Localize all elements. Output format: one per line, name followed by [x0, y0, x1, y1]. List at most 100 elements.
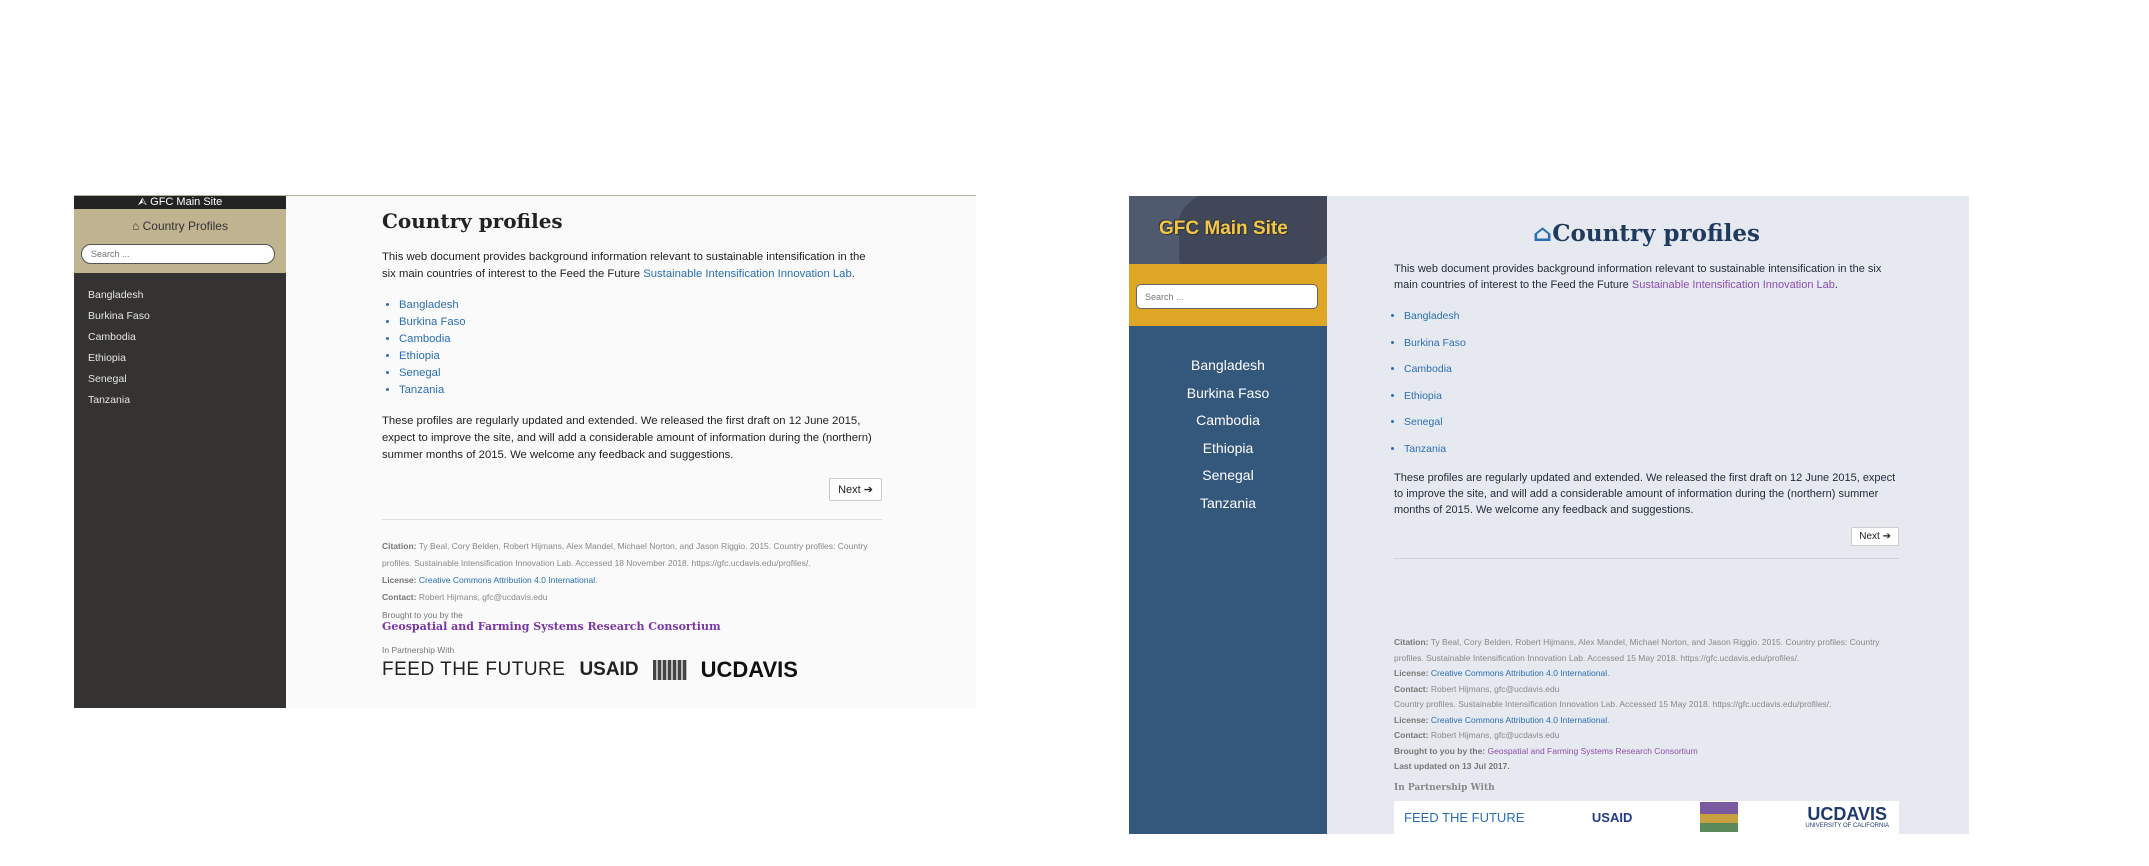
- sidebar-item-ethiopia[interactable]: Ethiopia: [88, 348, 286, 369]
- consortium-link[interactable]: Geospatial and Farming Systems Research …: [382, 620, 882, 633]
- next-button[interactable]: Next ➔: [1851, 527, 1899, 546]
- contact-text-2: Robert Hijmans, gfc@ucdavis.edu: [1430, 730, 1560, 740]
- country-link-ethiopia[interactable]: Ethiopia: [1404, 383, 1899, 410]
- sidebar-item-bangladesh[interactable]: Bangladesh: [88, 285, 286, 306]
- updates-paragraph: These profiles are regularly updated and…: [1394, 472, 1896, 516]
- page-title-text: Country profiles: [1552, 220, 1760, 247]
- sidebar-title-text: Country Profiles: [142, 219, 228, 233]
- contact-text: Robert Hijmans, gfc@ucdavis.edu: [1430, 683, 1560, 694]
- pager: Next ➔: [1394, 526, 1899, 546]
- license-label-2: License:: [1394, 714, 1429, 725]
- partner-logos: FEED THE FUTURE USAID UCDAVIS: [382, 657, 882, 683]
- citation-text: Ty Beal, Cory Belden, Robert Hijmans, Al…: [382, 541, 868, 568]
- last-updated: Last updated on 13 Jul 2017.: [1394, 759, 1899, 775]
- sidebar: GFC Main Site Bangladesh Burkina Faso Ca…: [1129, 196, 1327, 834]
- sidebar-item-cambodia[interactable]: Cambodia: [1129, 407, 1327, 435]
- sidebar-nav: Bangladesh Burkina Faso Cambodia Ethiopi…: [1129, 326, 1327, 517]
- arrow-circle-right-icon: ➔: [863, 484, 873, 496]
- partnership-label: In Partnership With: [382, 645, 455, 655]
- main-site-link[interactable]: GFC Main Site: [1159, 218, 1288, 240]
- license-link[interactable]: Creative Commons Attribution 4.0 Interna…: [419, 575, 595, 585]
- contact-block-2: Contact: Robert Hijmans, gfc@ucdavis.edu: [1394, 728, 1899, 744]
- home-icon: ⌂: [1533, 220, 1553, 247]
- uc-subtitle: UNIVERSITY OF CALIFORNIA: [1805, 823, 1889, 829]
- sidebar-item-senegal[interactable]: Senegal: [88, 369, 286, 390]
- country-link-senegal[interactable]: Senegal: [1404, 409, 1899, 436]
- last-updated-text: Last updated on 13 Jul 2017.: [1394, 761, 1510, 771]
- page-title: Country profiles: [382, 209, 563, 233]
- license-label: License:: [382, 575, 417, 585]
- circle-arrow-icon: ⮙: [137, 196, 148, 208]
- country-link-tanzania[interactable]: Tanzania: [399, 382, 882, 399]
- license-end: .: [1607, 668, 1610, 678]
- license-block: License: Creative Commons Attribution 4.…: [1394, 666, 1899, 682]
- country-link-burkina-faso[interactable]: Burkina Faso: [399, 314, 882, 331]
- country-link-bangladesh[interactable]: Bangladesh: [1404, 303, 1899, 330]
- country-link-ethiopia[interactable]: Ethiopia: [399, 348, 882, 365]
- brought-by-label: Brought to you by the:: [1394, 745, 1486, 756]
- updates-paragraph: These profiles are regularly updated and…: [382, 415, 872, 461]
- next-label: Next: [838, 484, 861, 496]
- si-lab-link[interactable]: Sustainable Intensification Innovation L…: [1632, 279, 1835, 291]
- sidebar: ⮙ GFC Main Site ⌂ Country Profiles Bangl…: [74, 196, 286, 708]
- country-link-cambodia[interactable]: Cambodia: [399, 331, 882, 348]
- si-lab-link[interactable]: Sustainable Intensification Innovation L…: [643, 268, 852, 280]
- building-logo: [652, 660, 687, 680]
- license-end: .: [595, 575, 598, 585]
- intro-paragraph: This web document provides background in…: [382, 249, 882, 283]
- sidebar-item-burkina-faso[interactable]: Burkina Faso: [88, 306, 286, 327]
- building-logo: [1699, 802, 1738, 832]
- license-link[interactable]: Creative Commons Attribution 4.0 Interna…: [1431, 668, 1607, 678]
- sidebar-item-tanzania[interactable]: Tanzania: [1129, 490, 1327, 518]
- country-link-tanzania[interactable]: Tanzania: [1404, 436, 1899, 463]
- brought-by-label: Brought to you by the: [382, 610, 463, 620]
- sidebar-item-cambodia[interactable]: Cambodia: [88, 327, 286, 348]
- country-link-cambodia[interactable]: Cambodia: [1404, 356, 1899, 383]
- license-label: License:: [1394, 668, 1429, 678]
- pager: Next ➔: [382, 478, 882, 501]
- partner-logos: FEED THE FUTURE USAID UCDAVIS UNIVERSITY…: [1394, 800, 1899, 834]
- sidebar-item-burkina-faso[interactable]: Burkina Faso: [1129, 380, 1327, 408]
- design-a-screenshot: ⮙ GFC Main Site ⌂ Country Profiles Bangl…: [74, 195, 976, 708]
- country-list: Bangladesh Burkina Faso Cambodia Ethiopi…: [382, 297, 882, 399]
- sidebar-item-senegal[interactable]: Senegal: [1129, 462, 1327, 490]
- sidebar-item-bangladesh[interactable]: Bangladesh: [1129, 352, 1327, 380]
- citation-text: Ty Beal, Cory Belden, Robert Hijmans, Al…: [1394, 637, 1880, 663]
- next-button[interactable]: Next ➔: [829, 478, 882, 501]
- usaid-logo: USAID: [579, 659, 639, 680]
- main-site-label: GFC Main Site: [150, 196, 223, 208]
- contact-text: Robert Hijmans, gfc@ucdavis.edu: [418, 592, 548, 602]
- consortium-link[interactable]: Geospatial and Farming Systems Research …: [1488, 746, 1698, 756]
- partnership-label: In Partnership With: [1394, 782, 1495, 793]
- contact-block: Contact: Robert Hijmans, gfc@ucdavis.edu: [1394, 682, 1899, 698]
- ucdavis-logo: UCDAVIS: [700, 657, 798, 682]
- country-link-burkina-faso[interactable]: Burkina Faso: [1404, 330, 1899, 357]
- design-b-screenshot: GFC Main Site Bangladesh Burkina Faso Ca…: [1129, 196, 1969, 834]
- license-link-2[interactable]: Creative Commons Attribution 4.0 Interna…: [1431, 715, 1607, 725]
- country-list: Bangladesh Burkina Faso Cambodia Ethiopi…: [1394, 303, 1899, 462]
- feed-the-future-logo: FEED THE FUTURE: [382, 659, 566, 680]
- country-link-bangladesh[interactable]: Bangladesh: [399, 297, 882, 314]
- ucdavis-logo-block: UCDAVIS UNIVERSITY OF CALIFORNIA: [1805, 805, 1889, 829]
- license-block: License: Creative Commons Attribution 4.…: [382, 572, 882, 589]
- intro-end: .: [1834, 279, 1838, 291]
- sidebar-item-ethiopia[interactable]: Ethiopia: [1129, 435, 1327, 463]
- citation-block: Citation: Ty Beal, Cory Belden, Robert H…: [382, 538, 882, 572]
- citation-block: Citation: Ty Beal, Cory Belden, Robert H…: [1394, 635, 1899, 666]
- country-link-senegal[interactable]: Senegal: [399, 365, 882, 382]
- license-end-2: .: [1607, 714, 1610, 725]
- home-icon: ⌂: [132, 219, 140, 233]
- contact-label-2: Contact:: [1394, 730, 1429, 740]
- divider: [1394, 558, 1899, 559]
- sidebar-title[interactable]: ⌂ Country Profiles: [74, 219, 286, 233]
- license-block-2: License: Creative Commons Attribution 4.…: [1394, 713, 1899, 729]
- search-input[interactable]: [81, 244, 275, 264]
- brought-by-block: Brought to you by the: Geospatial and Fa…: [1394, 744, 1899, 760]
- main-site-link[interactable]: ⮙ GFC Main Site: [74, 196, 286, 209]
- sidebar-item-tanzania[interactable]: Tanzania: [88, 390, 286, 411]
- sidebar-nav: Bangladesh Burkina Faso Cambodia Ethiopi…: [74, 273, 286, 411]
- search-band: [1129, 264, 1327, 326]
- search-input[interactable]: [1136, 284, 1318, 309]
- main-content: Country profiles This web document provi…: [382, 209, 882, 683]
- citation-block-2: Country profiles. Sustainable Intensific…: [1394, 699, 1832, 709]
